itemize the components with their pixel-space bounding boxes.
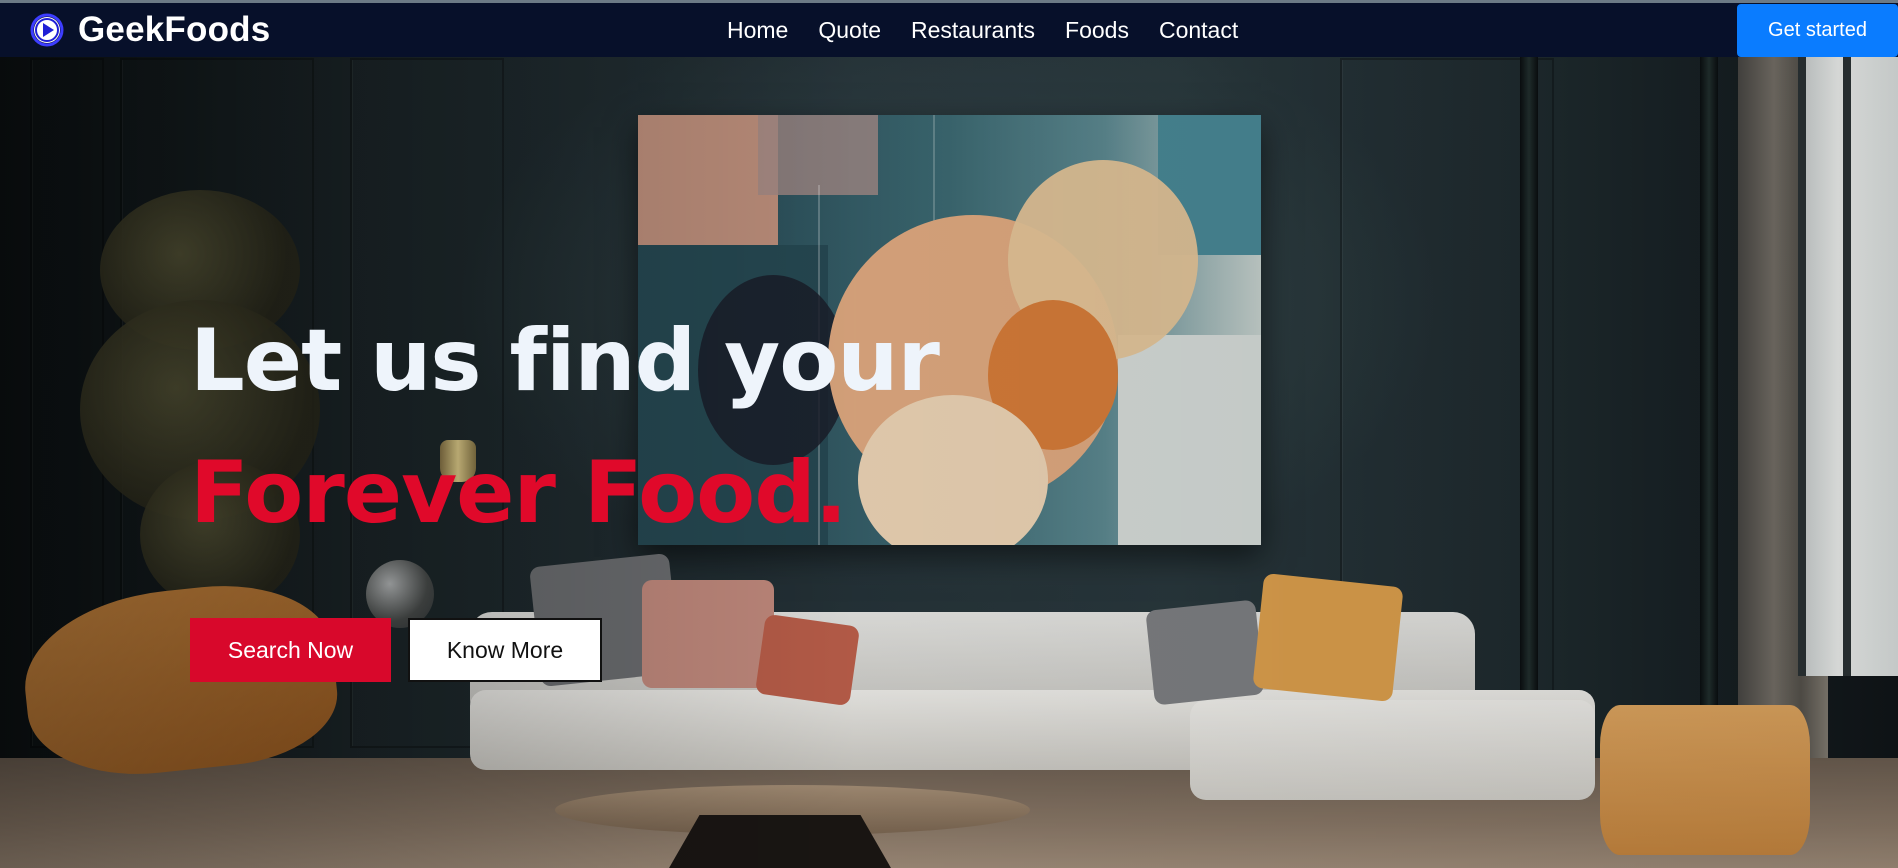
- know-more-button[interactable]: Know More: [408, 618, 602, 682]
- nav-link-quote[interactable]: Quote: [818, 17, 881, 43]
- nav-link-contact[interactable]: Contact: [1159, 17, 1238, 43]
- nav-link-foods[interactable]: Foods: [1065, 17, 1129, 43]
- hero-background-image: [0, 0, 1898, 868]
- brand[interactable]: GeekFoods: [30, 12, 270, 47]
- play-circle-icon: [30, 13, 64, 46]
- nav-links: Home Quote Restaurants Foods Contact: [727, 17, 1268, 43]
- search-now-button[interactable]: Search Now: [190, 618, 391, 682]
- brand-name: GeekFoods: [78, 10, 271, 49]
- nav-link-restaurants[interactable]: Restaurants: [911, 17, 1035, 43]
- nav-link-home[interactable]: Home: [727, 17, 788, 43]
- get-started-button[interactable]: Get started: [1737, 4, 1898, 57]
- hero-headline-line2: Forever Food.: [190, 443, 847, 543]
- hero-headline-line1: Let us find your: [190, 311, 940, 411]
- navbar: GeekFoods Home Quote Restaurants Foods C…: [0, 3, 1898, 57]
- background-overlay: [0, 0, 1898, 868]
